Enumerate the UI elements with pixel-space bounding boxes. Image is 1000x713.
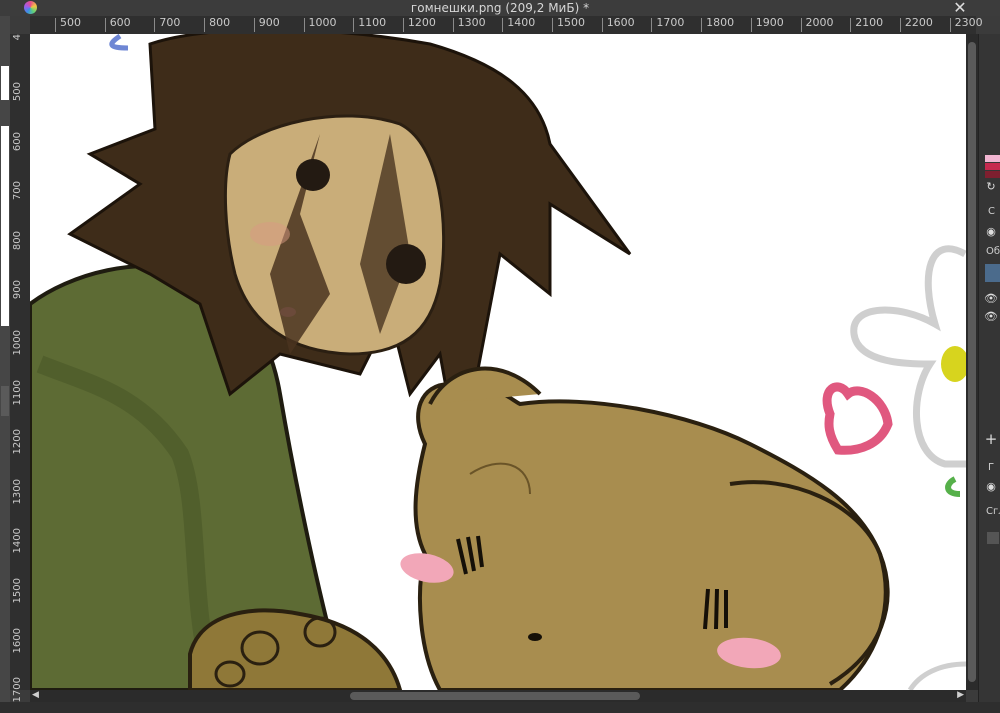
ruler-tick-label: 1700 [651,16,685,32]
lock-icon[interactable]: ◉ [984,225,998,239]
bear-paw [188,608,403,690]
right-eye [386,244,426,284]
ruler-tick-label: 1200 [402,16,436,32]
ruler-tick-label: 600 [104,16,131,32]
eye-icon[interactable]: 👁 [984,292,998,306]
ruler-tick-label: 1500 [12,578,23,604]
checkbox[interactable] [987,532,999,544]
drawing-canvas[interactable] [30,34,966,690]
ruler-tick-label: 1100 [353,16,387,32]
ruler-tick-label: 1600 [601,16,635,32]
vertical-scroll-thumb[interactable] [968,42,976,682]
status-bar [0,702,1000,713]
add-icon[interactable]: + [984,432,998,447]
refresh-icon[interactable]: ↻ [984,180,998,194]
dock-label: Об [986,246,1000,257]
ruler-tick-label: 700 [154,16,181,32]
ruler-tick-label: 2000 [800,16,834,32]
scroll-right-arrow[interactable]: ▶ [957,690,964,700]
ruler-tick-label: 1000 [303,16,337,32]
dock-label: Сгл [986,506,1000,517]
ruler-tick-label: 500 [12,82,23,102]
ruler-tick-label: 800 [204,16,231,32]
color-swatch[interactable] [985,171,1000,178]
horizontal-ruler: 500 600 700 800 900 1000 1100 1200 1300 1400 1500 1… [30,16,983,35]
dock-label: Г [988,462,995,473]
ruler-tick-label: 2300 [949,16,983,32]
ruler-tick-label: 2100 [850,16,884,32]
ruler-tick-label: 1300 [12,478,23,505]
ruler-tick-label: 1100 [12,379,23,406]
left-toolbox-edge [0,16,10,713]
ruler-tick-label: 2200 [899,16,933,32]
color-swatch[interactable] [985,155,1000,162]
vertical-ruler: 4 500 600 700 800 900 1000 1100 1200 1300 1400 1500… [10,34,31,703]
ruler-tick-label: 1400 [12,528,23,554]
ruler-tick-label: 900 [253,16,280,32]
horizontal-scrollbar[interactable]: ◀ ▶ [30,690,966,702]
selected-layer-row[interactable] [985,264,1000,282]
window-title: гомнешки.png (209,2 МиБ) * [410,1,590,15]
ruler-tick-label: 1000 [12,330,23,356]
ruler-tick-label: 500 [55,16,81,32]
close-window-button[interactable]: ✕ [952,0,968,17]
scroll-left-arrow[interactable]: ◀ [32,690,39,700]
color-swatch[interactable] [985,163,1000,170]
ruler-tick-label: 1400 [502,16,536,32]
ruler-tick-label: 1500 [552,16,585,32]
ruler-tick-label: 1700 [12,677,23,703]
toolbox-panel-fragment[interactable] [1,126,9,326]
title-bar: гомнешки.png (209,2 МиБ) * ✕ [0,0,1000,17]
mouth [280,307,296,317]
ruler-tick-label: 900 [12,280,23,300]
ruler-tick-label: 1300 [452,16,486,32]
ruler-tick-label: 700 [12,181,23,201]
teddy-bear [413,381,888,690]
pink-heart [822,382,893,455]
dock-label: С [988,206,995,217]
ruler-tick-label: 4 [12,34,23,41]
ruler-tick-label: 800 [12,230,23,250]
ruler-tick-label: 1600 [12,627,23,654]
ruler-tick-label: 1200 [12,429,23,455]
left-eye [296,159,330,191]
ruler-tick-label: 600 [12,131,23,151]
toolbox-panel-fragment[interactable] [1,66,9,100]
artwork [30,34,966,690]
bear-nose [528,633,542,641]
lock-icon[interactable]: ◉ [984,480,998,494]
ruler-tick-label: 1800 [701,16,735,32]
tool-icon[interactable] [1,386,9,416]
ruler-tick-label: 1900 [750,16,784,32]
horizontal-scroll-thumb[interactable] [350,692,640,700]
blue-stroke [109,34,129,51]
flower-center [941,346,966,382]
vertical-scrollbar[interactable] [966,34,978,690]
right-dock-panel: ↻ С ◉ Об 👁 👁 + Г ◉ Сгл [978,34,1000,713]
eye-icon[interactable]: 👁 [984,310,998,324]
